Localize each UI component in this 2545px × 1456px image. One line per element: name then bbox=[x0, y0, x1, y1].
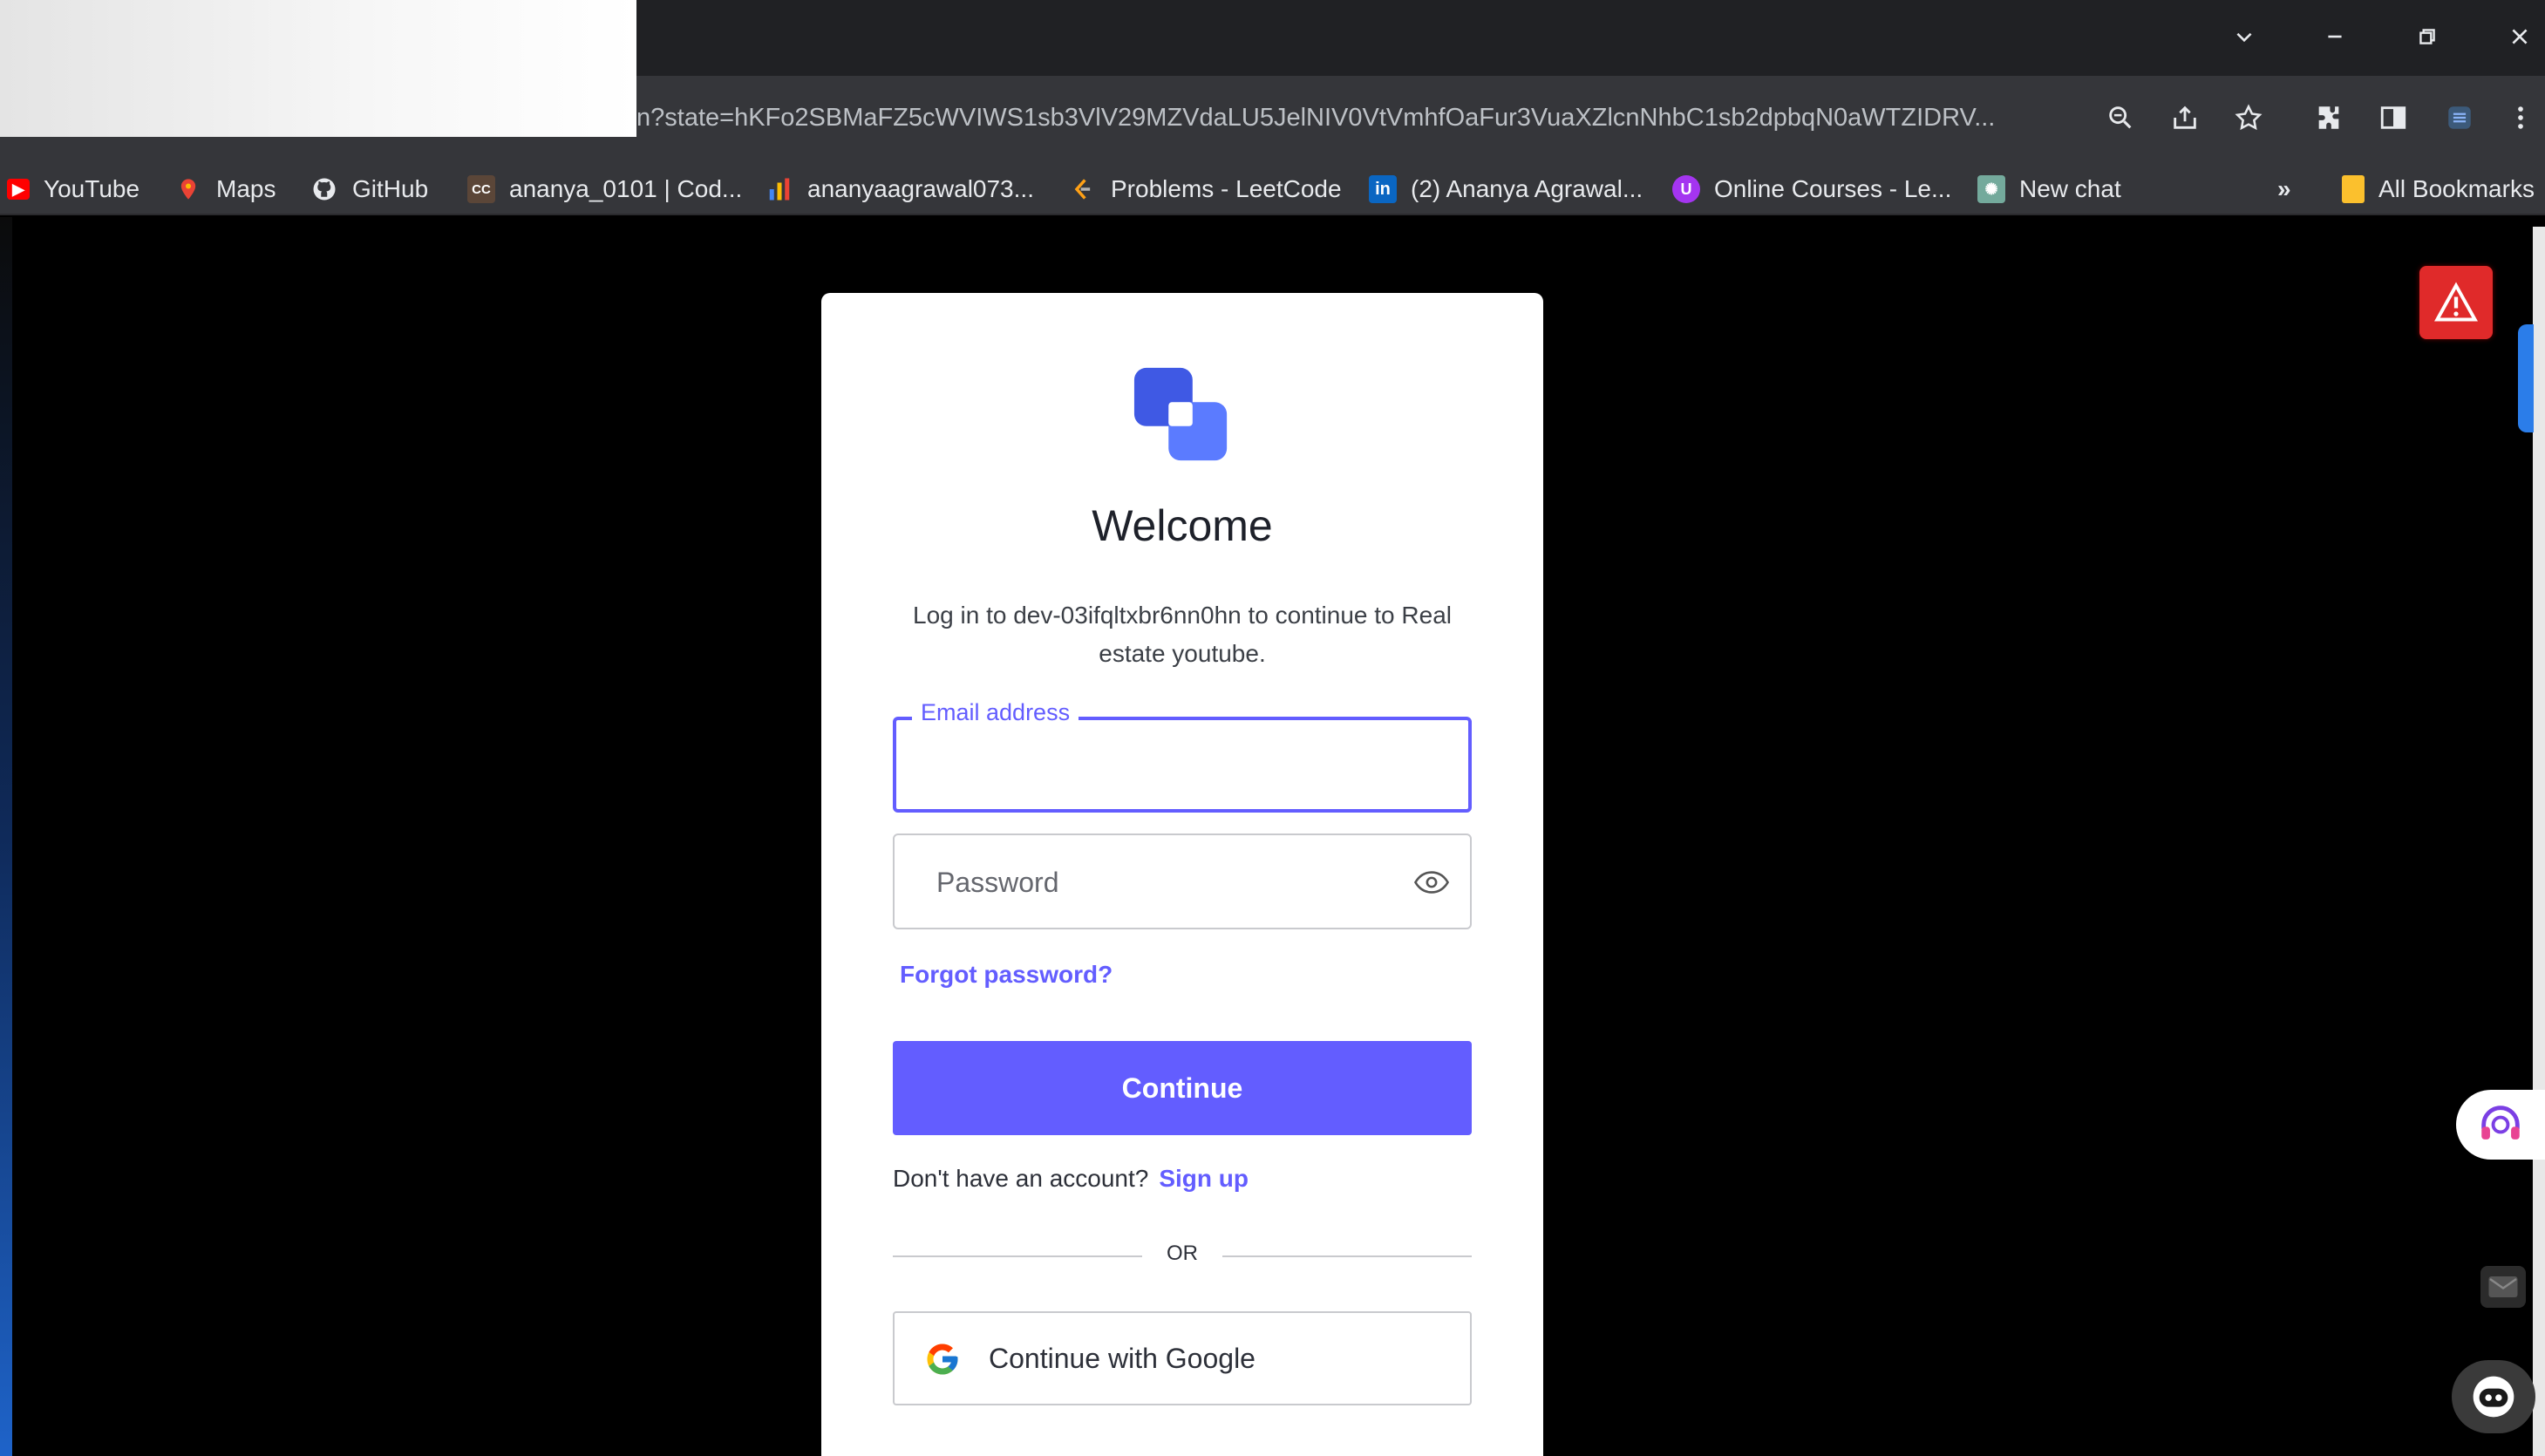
bookmark-codechef[interactable]: CC ananya_0101 | Cod... bbox=[467, 171, 742, 208]
bookmark-label: YouTube bbox=[44, 175, 140, 202]
bookmark-label: (2) Ananya Agrawal... bbox=[1411, 175, 1643, 202]
profile-icon bbox=[2448, 106, 2471, 129]
warning-icon bbox=[2434, 282, 2478, 322]
bookmark-linkedin[interactable]: in (2) Ananya Agrawal... bbox=[1369, 171, 1643, 208]
restore-button[interactable] bbox=[2401, 12, 2453, 61]
puzzle-icon bbox=[2318, 106, 2339, 129]
or-text: OR bbox=[1167, 1242, 1198, 1265]
login-card: Welcome Log in to dev-03ifqltxbr6nn0hn t… bbox=[821, 293, 1543, 1456]
bookmark-leetcode[interactable]: Problems - LeetCode bbox=[1069, 171, 1342, 208]
headset-icon bbox=[2481, 1106, 2520, 1140]
codechef-icon: CC bbox=[467, 175, 495, 203]
continue-with-google-button[interactable]: Continue with Google bbox=[893, 1311, 1472, 1405]
restore-icon bbox=[2419, 29, 2435, 44]
bookmark-new-chat[interactable]: ✺ New chat bbox=[1977, 171, 2121, 208]
alert-button[interactable] bbox=[2419, 266, 2493, 339]
continue-button[interactable]: Continue bbox=[893, 1041, 1472, 1135]
bookmark-star-button[interactable] bbox=[2229, 98, 2269, 138]
assistant-bot-button[interactable] bbox=[2452, 1360, 2535, 1433]
browser-menu-button[interactable] bbox=[2501, 98, 2541, 138]
all-bookmarks-label: All Bookmarks bbox=[2378, 175, 2535, 202]
eye-icon bbox=[1414, 871, 1449, 894]
bookmarks-overflow-button[interactable]: » bbox=[2277, 171, 2291, 208]
all-bookmarks-button[interactable]: All Bookmarks bbox=[2342, 171, 2535, 208]
bookmark-maps[interactable]: Maps bbox=[174, 171, 276, 208]
google-button-label: Continue with Google bbox=[989, 1343, 1255, 1374]
star-icon bbox=[2235, 104, 2263, 131]
bookmark-label: ananya_0101 | Cod... bbox=[509, 175, 743, 202]
maps-icon bbox=[174, 175, 202, 203]
close-window-button[interactable] bbox=[2494, 12, 2545, 61]
email-field[interactable]: Email address bbox=[893, 699, 1472, 813]
bookmark-github[interactable]: GitHub bbox=[310, 171, 428, 208]
google-icon bbox=[927, 1344, 958, 1375]
linkedin-icon: in bbox=[1369, 175, 1397, 203]
extensions-button[interactable] bbox=[2309, 98, 2349, 138]
address-bar[interactable]: n?state=hKFo2SBMaFZ5cWVIWS1sb3VlV29MZVda… bbox=[636, 100, 2084, 135]
bookmark-stats[interactable]: ananyaagrawal073... bbox=[766, 171, 1034, 208]
email-input[interactable] bbox=[931, 746, 1446, 785]
bookmark-label: Online Courses - Le... bbox=[1714, 175, 1952, 202]
email-label: Email address bbox=[912, 699, 1079, 726]
login-subtitle: Log in to dev-03ifqltxbr6nn0hn to contin… bbox=[913, 602, 1452, 667]
page-title: Welcome bbox=[1092, 501, 1273, 550]
zoom-icon bbox=[2109, 106, 2132, 129]
mail-icon bbox=[2488, 1276, 2518, 1297]
support-chat-button[interactable] bbox=[2456, 1090, 2545, 1160]
youtube-icon: ▶ bbox=[7, 179, 30, 200]
share-icon bbox=[2174, 105, 2196, 129]
bookmarks-overflow-label: » bbox=[2277, 175, 2291, 202]
app-logo-icon bbox=[1133, 367, 1228, 461]
minimize-button[interactable] bbox=[2309, 12, 2361, 61]
password-input[interactable] bbox=[935, 861, 1388, 903]
bookmark-label: GitHub bbox=[352, 175, 429, 202]
tab-strip-area bbox=[0, 0, 636, 137]
bot-icon bbox=[2473, 1376, 2514, 1418]
signup-row: Don't have an account? Sign up bbox=[893, 1165, 1249, 1193]
left-edge-accent bbox=[0, 217, 12, 1456]
tab-search-button[interactable] bbox=[2218, 12, 2270, 61]
signup-link[interactable]: Sign up bbox=[1159, 1165, 1249, 1192]
bookmark-label: New chat bbox=[2019, 175, 2121, 202]
chevron-down-icon bbox=[2236, 32, 2252, 43]
scrollbar[interactable] bbox=[2533, 227, 2545, 1456]
chart-icon bbox=[766, 175, 793, 203]
zoom-button[interactable] bbox=[2100, 98, 2140, 138]
bookmark-label: ananyaagrawal073... bbox=[807, 175, 1034, 202]
profile-button[interactable] bbox=[2440, 98, 2480, 138]
bookmark-udemy[interactable]: U Online Courses - Le... bbox=[1672, 171, 1951, 208]
show-password-button[interactable] bbox=[1414, 867, 1449, 898]
bookmark-youtube[interactable]: ▶ YouTube bbox=[7, 171, 139, 208]
more-vert-icon bbox=[2518, 106, 2523, 129]
or-divider: OR bbox=[893, 1238, 1472, 1273]
minimize-icon bbox=[2328, 35, 2342, 38]
folder-icon bbox=[2342, 175, 2365, 203]
bookmark-label: Problems - LeetCode bbox=[1111, 175, 1342, 202]
udemy-icon: U bbox=[1672, 175, 1700, 203]
forgot-password-link[interactable]: Forgot password? bbox=[900, 961, 1113, 989]
leetcode-icon bbox=[1069, 175, 1097, 203]
password-field[interactable] bbox=[893, 833, 1472, 929]
bookmark-label: Maps bbox=[216, 175, 276, 202]
no-account-text: Don't have an account? bbox=[893, 1165, 1149, 1192]
github-icon bbox=[310, 175, 338, 203]
chatgpt-icon: ✺ bbox=[1977, 175, 2005, 203]
mail-button[interactable] bbox=[2480, 1266, 2526, 1308]
side-panel-icon bbox=[2380, 106, 2406, 129]
side-panel-button[interactable] bbox=[2373, 98, 2413, 138]
share-button[interactable] bbox=[2165, 98, 2205, 138]
close-icon bbox=[2512, 29, 2528, 44]
side-extension-tab[interactable] bbox=[2518, 324, 2534, 432]
